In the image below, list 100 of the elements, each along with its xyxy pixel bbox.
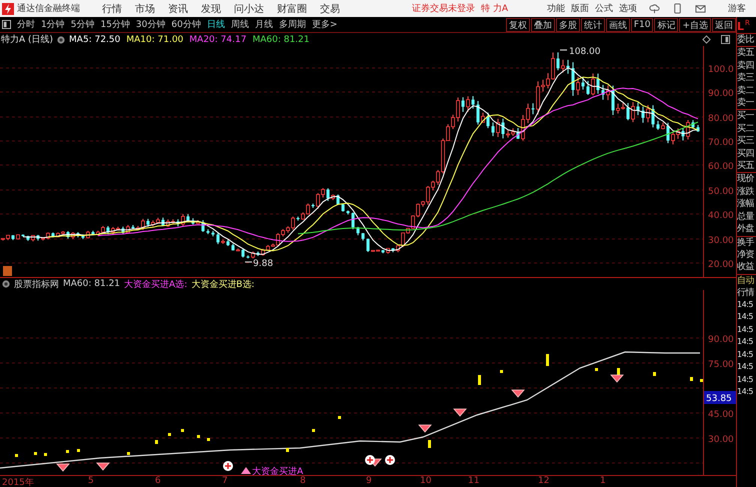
axis-label: 12 bbox=[538, 476, 550, 486]
quote-field-label: 收益 bbox=[737, 261, 756, 274]
signal-bar bbox=[428, 440, 431, 448]
period-tab[interactable]: 1分钟 bbox=[41, 18, 65, 31]
axis-label: 30.00 bbox=[708, 236, 734, 246]
sidebar-tab[interactable]: 自动 bbox=[737, 274, 756, 287]
axis-label: 100.0 bbox=[708, 65, 734, 75]
period-tab[interactable]: 分时 bbox=[17, 18, 35, 31]
signal-bar bbox=[44, 453, 47, 456]
menu-item[interactable]: 发现 bbox=[201, 2, 221, 16]
signal-bar bbox=[66, 450, 69, 453]
menu-item[interactable]: 问小达 bbox=[234, 2, 264, 16]
tool-button[interactable]: F10 bbox=[630, 18, 654, 32]
ma-label: MA20: 74.17 bbox=[189, 34, 246, 44]
tool-button[interactable]: 统计 bbox=[580, 18, 605, 32]
trade-time: 14:5 bbox=[737, 386, 754, 398]
quote-field-label: 卖一 bbox=[737, 97, 755, 110]
axis-label: 75.00 bbox=[708, 360, 734, 370]
axis-label: 30.00 bbox=[708, 435, 734, 445]
triangle-icon bbox=[241, 467, 251, 474]
cloud-icon[interactable] bbox=[649, 3, 660, 14]
signal-bar bbox=[15, 454, 18, 457]
signal-bar bbox=[478, 375, 481, 385]
menu-item[interactable]: 行情 bbox=[102, 2, 122, 16]
quote-field-label: 涨幅 bbox=[737, 198, 755, 211]
period-tab[interactable]: 月线 bbox=[254, 18, 273, 31]
quote-field-label: 买四 bbox=[737, 148, 755, 160]
axis-label: 90.00 bbox=[708, 89, 734, 99]
quote-field-label: 买三 bbox=[737, 135, 755, 148]
menu-item[interactable]: 财富圈 bbox=[277, 2, 307, 16]
plus-circle-icon bbox=[365, 455, 375, 465]
quote-field-label: 卖二 bbox=[737, 84, 755, 98]
quote-field-label: 换手 bbox=[737, 236, 756, 249]
tool-button[interactable]: 多股 bbox=[556, 18, 580, 32]
axis-label: 50.00 bbox=[708, 187, 734, 197]
tool-button[interactable]: 返回 bbox=[712, 18, 736, 32]
app-title: 通达信金融终端 bbox=[17, 2, 80, 15]
signal-bar bbox=[338, 416, 341, 419]
period-tab[interactable]: 15分钟 bbox=[100, 18, 130, 31]
panel-icon[interactable] bbox=[721, 35, 730, 44]
quote-field-label: 卖五 bbox=[737, 47, 756, 60]
tool-button[interactable]: 复权 bbox=[506, 18, 530, 32]
menu-item[interactable]: 公式 bbox=[595, 2, 613, 15]
plus-circle-icon bbox=[385, 455, 395, 465]
current-value-badge: 53.85 bbox=[704, 391, 736, 404]
trade-time: 14:5 bbox=[737, 336, 754, 348]
square-icon[interactable] bbox=[2, 20, 11, 29]
signal-annotation: 大资金买进A bbox=[252, 467, 304, 475]
quote-field-label: 涨跌 bbox=[737, 186, 755, 198]
login-status[interactable]: 证券交易未登录 bbox=[412, 2, 475, 15]
marker-icon bbox=[3, 266, 12, 276]
signal-bar bbox=[546, 354, 549, 366]
period-tab[interactable]: 60分钟 bbox=[171, 18, 201, 31]
tool-button[interactable]: 标记 bbox=[654, 18, 678, 32]
axis-label: 9 bbox=[366, 476, 372, 486]
trade-time: 14:5 bbox=[737, 374, 754, 386]
sidebar-label[interactable]: L bbox=[737, 21, 744, 33]
axis-label: 6 bbox=[155, 476, 161, 486]
menu-item[interactable]: 交易 bbox=[320, 2, 340, 16]
axis-label: 80.00 bbox=[708, 114, 734, 124]
period-tab[interactable]: 周线 bbox=[230, 18, 249, 31]
gear-icon[interactable] bbox=[57, 36, 66, 44]
quote-field-label: 买二 bbox=[737, 122, 755, 136]
axis-label: 1 bbox=[600, 476, 606, 486]
trade-time: 14:5 bbox=[737, 324, 754, 336]
trade-time: 14:5 bbox=[737, 348, 754, 361]
tool-button[interactable]: +自选 bbox=[679, 18, 711, 32]
axis-label: 70.00 bbox=[708, 138, 734, 148]
quote-field-label: 卖四 bbox=[737, 60, 755, 72]
phone-icon[interactable] bbox=[672, 3, 683, 14]
period-tab[interactable]: 多周期 bbox=[278, 18, 306, 31]
menu-item[interactable]: 市场 bbox=[135, 2, 155, 16]
period-tab[interactable]: 日线 bbox=[206, 18, 225, 31]
sidebar-tab[interactable]: 行情 bbox=[737, 286, 756, 299]
tool-button[interactable]: 叠加 bbox=[530, 18, 555, 32]
period-tab[interactable]: 更多> bbox=[312, 18, 338, 31]
axis-label: 90.00 bbox=[708, 335, 734, 345]
signal-bar bbox=[595, 368, 598, 371]
axis-label: 5 bbox=[88, 476, 94, 486]
signal-bar bbox=[690, 377, 693, 381]
mail-icon[interactable] bbox=[695, 3, 706, 14]
low-price-label: 9.88 bbox=[253, 259, 274, 269]
menu-item[interactable]: 选项 bbox=[619, 2, 637, 15]
quote-field-label: 现价 bbox=[737, 173, 755, 186]
period-tab[interactable]: 5分钟 bbox=[70, 18, 94, 31]
tool-button[interactable]: 画线 bbox=[606, 18, 630, 32]
plus-circle-icon bbox=[223, 461, 233, 471]
signal-bar bbox=[286, 448, 289, 452]
menu-item[interactable]: 版面 bbox=[571, 2, 589, 15]
menu-item[interactable]: 功能 bbox=[547, 2, 565, 15]
menu-item[interactable]: 资讯 bbox=[168, 2, 188, 16]
trade-time: 14:5 bbox=[737, 311, 754, 324]
trade-time: 14:5 bbox=[737, 298, 754, 311]
period-tab[interactable]: 30分钟 bbox=[136, 18, 166, 31]
quote-field-label: 买一 bbox=[737, 110, 755, 123]
user-label[interactable]: 游客 bbox=[728, 2, 746, 15]
indicator-name[interactable]: 股票指标网 bbox=[14, 278, 59, 290]
signal-bar bbox=[312, 429, 315, 432]
ma-label: MA60: 81.21 bbox=[252, 34, 310, 44]
gear-icon[interactable] bbox=[2, 280, 10, 288]
